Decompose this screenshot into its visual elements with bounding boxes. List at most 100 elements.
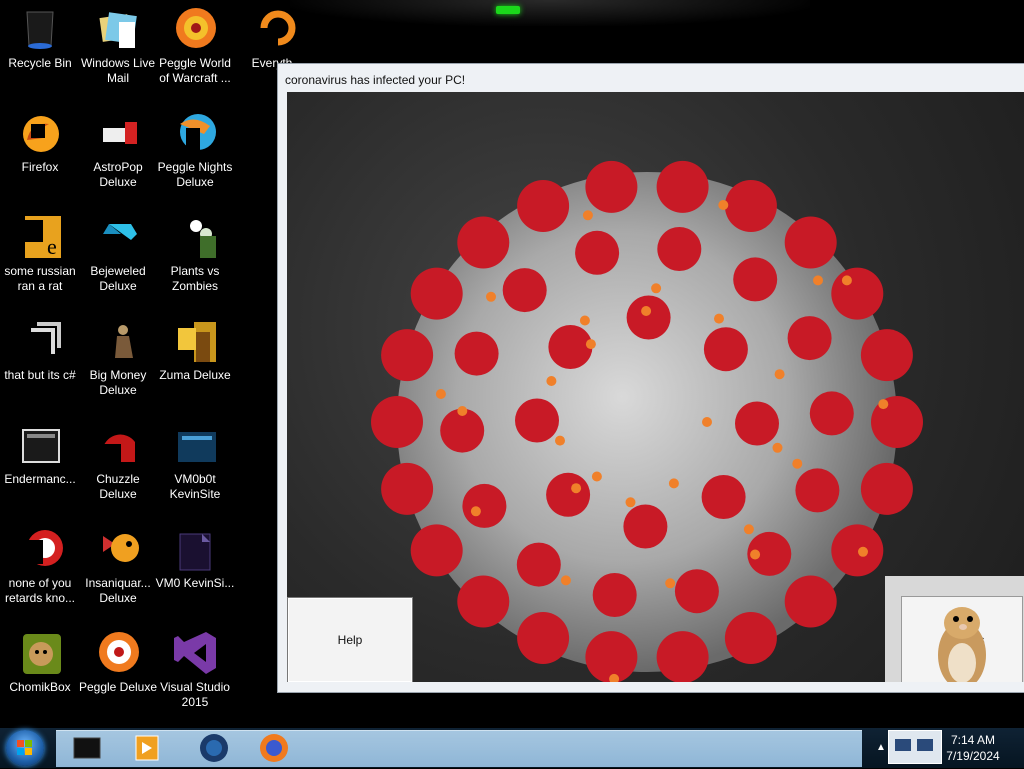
icon-label: ChomikBox bbox=[9, 680, 71, 694]
virus-spike bbox=[585, 160, 638, 213]
virus-particle bbox=[555, 435, 565, 446]
desktop-icon-none-of-you[interactable]: none of you retards kno... bbox=[0, 520, 80, 606]
desktop-icon-zuma[interactable]: Zuma Deluxe bbox=[155, 312, 235, 383]
virus-spike bbox=[787, 316, 832, 361]
taskbar-app-windows-media-player[interactable] bbox=[128, 732, 168, 764]
desktop-icon-plants-vs-zombies[interactable]: Plants vs Zombies bbox=[155, 208, 235, 294]
virus-particle bbox=[641, 306, 652, 316]
desktop-icon-firefox[interactable]: Firefox bbox=[0, 104, 80, 175]
desktop-icon-peggle-wow[interactable]: Peggle World of Warcraft ... bbox=[155, 0, 235, 86]
secondary-button[interactable]: us bbox=[901, 596, 1023, 682]
virus-particle bbox=[774, 369, 785, 380]
plants-vs-zombies-icon bbox=[172, 214, 218, 260]
icon-label: Endermanc... bbox=[4, 472, 76, 486]
desktop-icon-bejeweled[interactable]: Bejeweled Deluxe bbox=[78, 208, 158, 294]
icon-label: Firefox bbox=[21, 160, 59, 174]
desktop-icon-some-russian-ran-a-rat[interactable]: e some russian ran a rat bbox=[0, 208, 80, 294]
desktop-icon-recycle-bin[interactable]: Recycle Bin bbox=[0, 0, 80, 71]
desktop-icon-visual-studio[interactable]: Visual Studio 2015 bbox=[155, 624, 235, 710]
desktop-icon-everything[interactable]: Everyth... bbox=[237, 0, 317, 71]
virus-particle bbox=[486, 291, 496, 302]
top-glow-strip bbox=[290, 0, 810, 26]
window-title: coronavirus has infected your PC! bbox=[285, 73, 466, 87]
virus-particle bbox=[665, 578, 676, 589]
desktop-icon-that-but-its-csharp[interactable]: that but its c# bbox=[0, 312, 80, 383]
virus-spike bbox=[831, 524, 884, 577]
virus-spike bbox=[457, 575, 510, 628]
desktop-icon-chuzzle[interactable]: Chuzzle Deluxe bbox=[78, 416, 158, 502]
virus-particle bbox=[743, 524, 754, 535]
show-hidden-icons-icon[interactable]: ▲ bbox=[876, 742, 886, 753]
taskbar-clock[interactable]: 7:14 AM 7/19/2024 bbox=[930, 732, 1016, 764]
virus-spike bbox=[517, 180, 570, 232]
hamster-icon bbox=[938, 607, 986, 682]
virus-image: Help us bbox=[287, 92, 1024, 682]
virus-spike bbox=[623, 504, 668, 549]
desktop-icon-insaniquarium[interactable]: Insaniquar... Deluxe bbox=[78, 520, 158, 606]
icon-label: some russian ran a rat bbox=[4, 264, 76, 293]
virus-spike bbox=[795, 468, 840, 513]
astropop-icon bbox=[95, 110, 141, 156]
virus-spike bbox=[371, 396, 423, 448]
virus-spike bbox=[656, 631, 709, 682]
virus-particle bbox=[813, 275, 823, 286]
icon-label: Peggle World of Warcraft ... bbox=[159, 56, 231, 85]
virus-spike bbox=[809, 391, 854, 436]
icon-label: none of you retards kno... bbox=[4, 576, 76, 605]
icon-label: that but its c# bbox=[4, 368, 76, 382]
virus-particle bbox=[582, 210, 593, 221]
icon-label: Plants vs Zombies bbox=[170, 264, 220, 293]
virus-particle bbox=[792, 458, 803, 469]
desktop-icon-endermanch[interactable]: Endermanc... bbox=[0, 416, 80, 487]
virus-particle bbox=[625, 497, 636, 508]
virus-spike bbox=[701, 475, 746, 519]
desktop-icon-astropop[interactable]: AstroPop Deluxe bbox=[78, 104, 158, 190]
virus-spike bbox=[381, 329, 434, 382]
icon-label: Windows Live Mail bbox=[80, 56, 156, 85]
virus-spike bbox=[502, 268, 547, 313]
virus-spike bbox=[457, 216, 510, 269]
virus-particle bbox=[470, 506, 481, 517]
insaniquarium-icon bbox=[95, 526, 141, 572]
virus-spike bbox=[546, 472, 591, 517]
virus-spike bbox=[454, 331, 499, 376]
virus-popup-window[interactable]: coronavirus has infected your PC! Help u… bbox=[277, 63, 1024, 693]
virus-particle bbox=[571, 483, 582, 494]
virus-spike bbox=[626, 295, 671, 340]
virus-spike bbox=[784, 575, 837, 628]
green-indicator-icon bbox=[496, 6, 520, 14]
virus-spike bbox=[724, 180, 777, 232]
taskbar: ▲ bbox=[0, 728, 1024, 768]
taskbar-app-media-center[interactable] bbox=[68, 732, 108, 764]
start-button[interactable] bbox=[6, 730, 44, 766]
virus-spike bbox=[674, 569, 719, 614]
icon-label: Bejeweled Deluxe bbox=[90, 264, 146, 293]
peggle-deluxe-icon bbox=[95, 630, 141, 676]
desktop-icon-peggle-nights[interactable]: Peggle Nights Deluxe bbox=[155, 104, 235, 190]
desktop-icon-chomikbox[interactable]: ChomikBox bbox=[0, 624, 80, 695]
virus-spike bbox=[381, 462, 434, 515]
taskbar-app-firefox[interactable] bbox=[254, 732, 294, 764]
icon-label: Recycle Bin bbox=[8, 56, 72, 70]
desktop-icon-peggle-deluxe[interactable]: Peggle Deluxe bbox=[78, 624, 158, 695]
desktop-icon-big-money[interactable]: Big Money Deluxe bbox=[78, 312, 158, 398]
virus-particle bbox=[718, 200, 729, 210]
virus-spike bbox=[860, 329, 913, 382]
help-button[interactable]: Help bbox=[287, 597, 413, 682]
desktop-icon-vm0-kevinsite[interactable]: VM0 KevinSi... bbox=[155, 520, 235, 591]
virus-spike bbox=[516, 542, 561, 587]
icon-label: Chuzzle Deluxe bbox=[96, 472, 140, 501]
virus-spike bbox=[657, 227, 702, 271]
peggle-nights-icon bbox=[172, 110, 218, 156]
virus-spike bbox=[410, 267, 463, 320]
virus-spike bbox=[410, 524, 463, 577]
taskbar-app-globe[interactable] bbox=[194, 732, 234, 764]
virus-spike bbox=[656, 160, 709, 213]
virus-spike bbox=[860, 462, 913, 515]
desktop-icon-windows-live-mail[interactable]: Windows Live Mail bbox=[78, 0, 158, 86]
virus-particle bbox=[772, 442, 783, 453]
media-center-icon bbox=[73, 737, 101, 759]
virus-spike bbox=[733, 257, 778, 302]
desktop-icon-vm0b0t-kevinsite[interactable]: VM0b0t KevinSite bbox=[155, 416, 235, 502]
icon-label: Insaniquar... Deluxe bbox=[85, 576, 151, 605]
